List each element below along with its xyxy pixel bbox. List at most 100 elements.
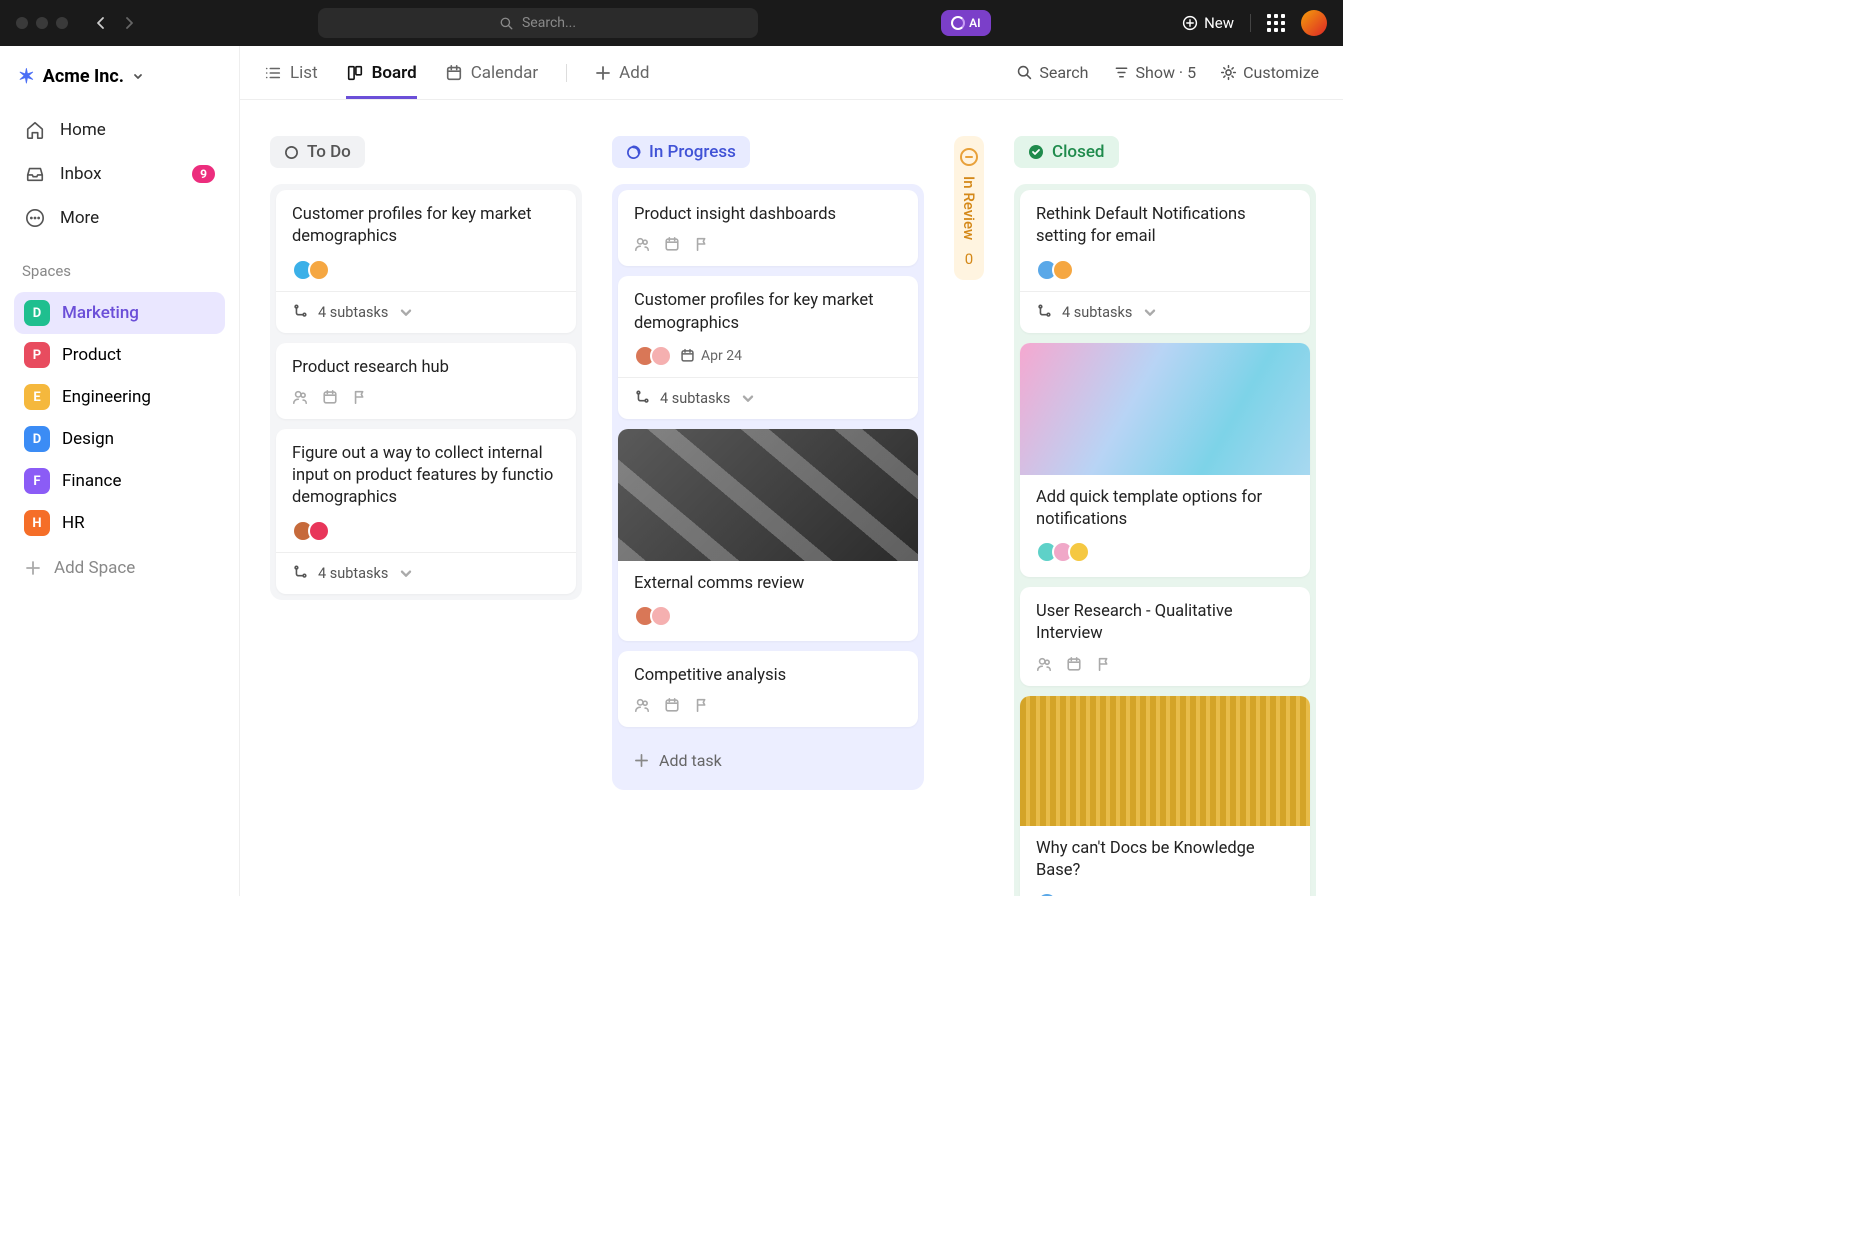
card-title: Customer profiles for key market demogra… (292, 204, 560, 249)
card-title: Figure out a way to collect internal inp… (292, 443, 560, 510)
task-card[interactable]: Rethink Default Notifications setting fo… (1020, 190, 1310, 333)
space-icon: H (24, 510, 50, 536)
forward-icon[interactable] (124, 16, 134, 30)
customize-button[interactable]: Customize (1220, 63, 1319, 82)
assignee-icon[interactable] (634, 236, 650, 252)
inbox-icon (25, 164, 45, 184)
task-card[interactable]: Product insight dashboards (618, 190, 918, 266)
show-button[interactable]: Show · 5 (1113, 63, 1197, 82)
column-inreview-collapsed[interactable]: In Review 0 (954, 136, 984, 280)
space-item-design[interactable]: DDesign (14, 418, 225, 460)
tab-list[interactable]: List (264, 46, 318, 99)
card-avatars[interactable] (1036, 892, 1052, 896)
card-meta[interactable] (634, 697, 710, 713)
column-closed: Closed Rethink Default Notifications set… (1014, 136, 1316, 896)
task-card[interactable]: Why can't Docs be Knowledge Base? (1020, 696, 1310, 896)
avatar[interactable] (308, 520, 330, 542)
task-card[interactable]: Add quick template options for notificat… (1020, 343, 1310, 578)
assignee-icon[interactable] (292, 389, 308, 405)
date-icon[interactable] (664, 697, 680, 713)
back-icon[interactable] (96, 16, 106, 30)
board-icon (346, 64, 364, 82)
avatar[interactable] (650, 345, 672, 367)
card-avatars[interactable] (1036, 259, 1068, 281)
space-item-marketing[interactable]: DMarketing (14, 292, 225, 334)
space-label: HR (62, 513, 85, 533)
tab-board[interactable]: Board (346, 46, 417, 99)
card-avatars[interactable] (1036, 541, 1084, 563)
space-icon: D (24, 300, 50, 326)
task-card[interactable]: Customer profiles for key market demogra… (276, 190, 576, 333)
card-meta[interactable] (292, 389, 368, 405)
nav-more[interactable]: More (14, 198, 225, 238)
add-space-button[interactable]: Add Space (14, 548, 225, 588)
avatar[interactable] (1052, 259, 1074, 281)
nav-home-label: Home (60, 120, 106, 140)
column-header-inprogress[interactable]: In Progress (612, 136, 750, 168)
column-inreview-count: 0 (965, 250, 973, 268)
card-subtasks[interactable]: 4 subtasks (1020, 291, 1310, 333)
card-meta[interactable] (634, 236, 710, 252)
view-tabs: List Board Calendar Add Search Show · 5 … (240, 46, 1343, 100)
workspace-switcher[interactable]: ✶ Acme Inc. (14, 64, 225, 88)
flag-icon[interactable] (1096, 656, 1112, 672)
column-inreview-label: In Review (960, 176, 978, 240)
user-avatar[interactable] (1301, 10, 1327, 36)
assignee-icon[interactable] (634, 697, 650, 713)
date-icon[interactable] (322, 389, 338, 405)
avatar[interactable] (1036, 892, 1058, 896)
date-icon[interactable] (664, 236, 680, 252)
flag-icon[interactable] (694, 697, 710, 713)
global-search[interactable]: Search... (318, 8, 758, 38)
avatar[interactable] (1068, 541, 1090, 563)
window-controls[interactable] (16, 17, 68, 29)
assignee-icon[interactable] (1036, 656, 1052, 672)
subtask-icon (292, 304, 308, 320)
calendar-icon (680, 348, 695, 363)
column-header-closed[interactable]: Closed (1014, 136, 1119, 168)
task-card[interactable]: Customer profiles for key market demogra… (618, 276, 918, 419)
flag-icon[interactable] (352, 389, 368, 405)
list-icon (264, 64, 282, 82)
card-subtasks[interactable]: 4 subtasks (276, 552, 576, 594)
task-card[interactable]: Figure out a way to collect internal inp… (276, 429, 576, 594)
new-label: New (1204, 14, 1234, 32)
tab-add-view[interactable]: Add (595, 46, 649, 99)
task-card[interactable]: External comms review (618, 429, 918, 641)
ai-button[interactable]: AI (941, 10, 990, 36)
nav-home[interactable]: Home (14, 110, 225, 150)
spaces-heading: Spaces (22, 262, 225, 280)
column-header-todo[interactable]: To Do (270, 136, 365, 168)
task-card[interactable]: Competitive analysis (618, 651, 918, 727)
card-date[interactable]: Apr 24 (680, 348, 742, 364)
history-nav[interactable] (96, 16, 134, 30)
card-subtasks[interactable]: 4 subtasks (618, 377, 918, 419)
card-avatars[interactable] (292, 520, 324, 542)
card-avatars[interactable] (292, 259, 324, 281)
avatar[interactable] (308, 259, 330, 281)
nav-inbox[interactable]: Inbox 9 (14, 154, 225, 194)
flag-icon[interactable] (694, 236, 710, 252)
avatar[interactable] (650, 605, 672, 627)
card-avatars[interactable] (634, 345, 666, 367)
subtask-icon (634, 390, 650, 406)
board-search-button[interactable]: Search (1016, 63, 1088, 82)
subtask-icon (1036, 304, 1052, 320)
date-icon[interactable] (1066, 656, 1082, 672)
card-title: Customer profiles for key market demogra… (634, 290, 902, 335)
card-title: External comms review (634, 573, 902, 595)
card-subtasks[interactable]: 4 subtasks (276, 291, 576, 333)
space-item-product[interactable]: PProduct (14, 334, 225, 376)
space-item-hr[interactable]: H HR (14, 502, 225, 544)
apps-button[interactable] (1267, 14, 1285, 32)
space-item-engineering[interactable]: EEngineering (14, 376, 225, 418)
card-meta[interactable] (1036, 656, 1112, 672)
card-avatars[interactable] (634, 605, 666, 627)
space-item-finance[interactable]: FFinance (14, 460, 225, 502)
new-button[interactable]: New (1182, 14, 1234, 32)
task-card[interactable]: User Research - Qualitative Interview (1020, 587, 1310, 686)
tab-calendar[interactable]: Calendar (445, 46, 538, 99)
add-task-button[interactable]: Add task (618, 737, 918, 784)
task-card[interactable]: Product research hub (276, 343, 576, 419)
plus-icon (634, 753, 649, 768)
